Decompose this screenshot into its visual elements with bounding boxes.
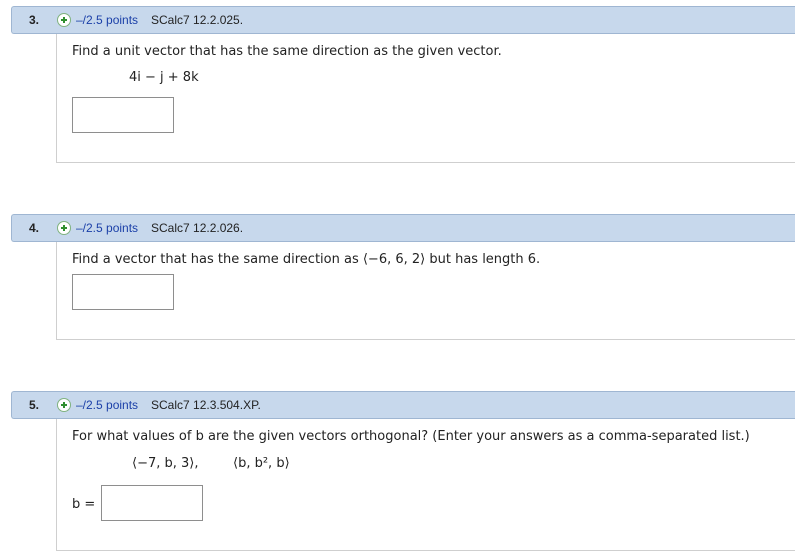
vector-1: ⟨−7, b, 3⟩,	[132, 456, 199, 471]
answer-input[interactable]	[101, 485, 203, 521]
points-link[interactable]: –/2.5 points	[76, 221, 138, 235]
plus-circle-icon[interactable]	[57, 398, 71, 412]
question-3-body: Find a unit vector that has the same dir…	[56, 34, 795, 163]
question-number: 4.	[29, 221, 40, 235]
answer-input[interactable]	[72, 274, 174, 310]
answer-label: b =	[72, 497, 96, 512]
question-source: SCalc7 12.2.025.	[151, 13, 244, 27]
plus-circle-icon[interactable]	[57, 221, 71, 235]
question-prompt: For what values of b are the given vecto…	[72, 429, 750, 444]
question-4-body: Find a vector that has the same directio…	[56, 242, 795, 340]
vector-expression: 4i − j + 8k	[129, 70, 199, 85]
question-4-header: 4. –/2.5 points SCalc7 12.2.026.	[11, 214, 795, 242]
question-5-header: 5. –/2.5 points SCalc7 12.3.504.XP.	[11, 391, 795, 419]
question-prompt: Find a unit vector that has the same dir…	[72, 44, 502, 59]
question-source: SCalc7 12.2.026.	[151, 221, 244, 235]
question-5-body: For what values of b are the given vecto…	[56, 419, 795, 551]
points-link[interactable]: –/2.5 points	[76, 13, 138, 27]
answer-input[interactable]	[72, 97, 174, 133]
question-number: 5.	[29, 398, 40, 412]
vector-2: ⟨b, b², b⟩	[233, 456, 290, 471]
question-number: 3.	[29, 13, 40, 27]
question-source: SCalc7 12.3.504.XP.	[151, 398, 261, 412]
points-link[interactable]: –/2.5 points	[76, 398, 138, 412]
question-3-header: 3. –/2.5 points SCalc7 12.2.025.	[11, 6, 795, 34]
question-prompt: Find a vector that has the same directio…	[72, 252, 541, 267]
plus-circle-icon[interactable]	[57, 13, 71, 27]
